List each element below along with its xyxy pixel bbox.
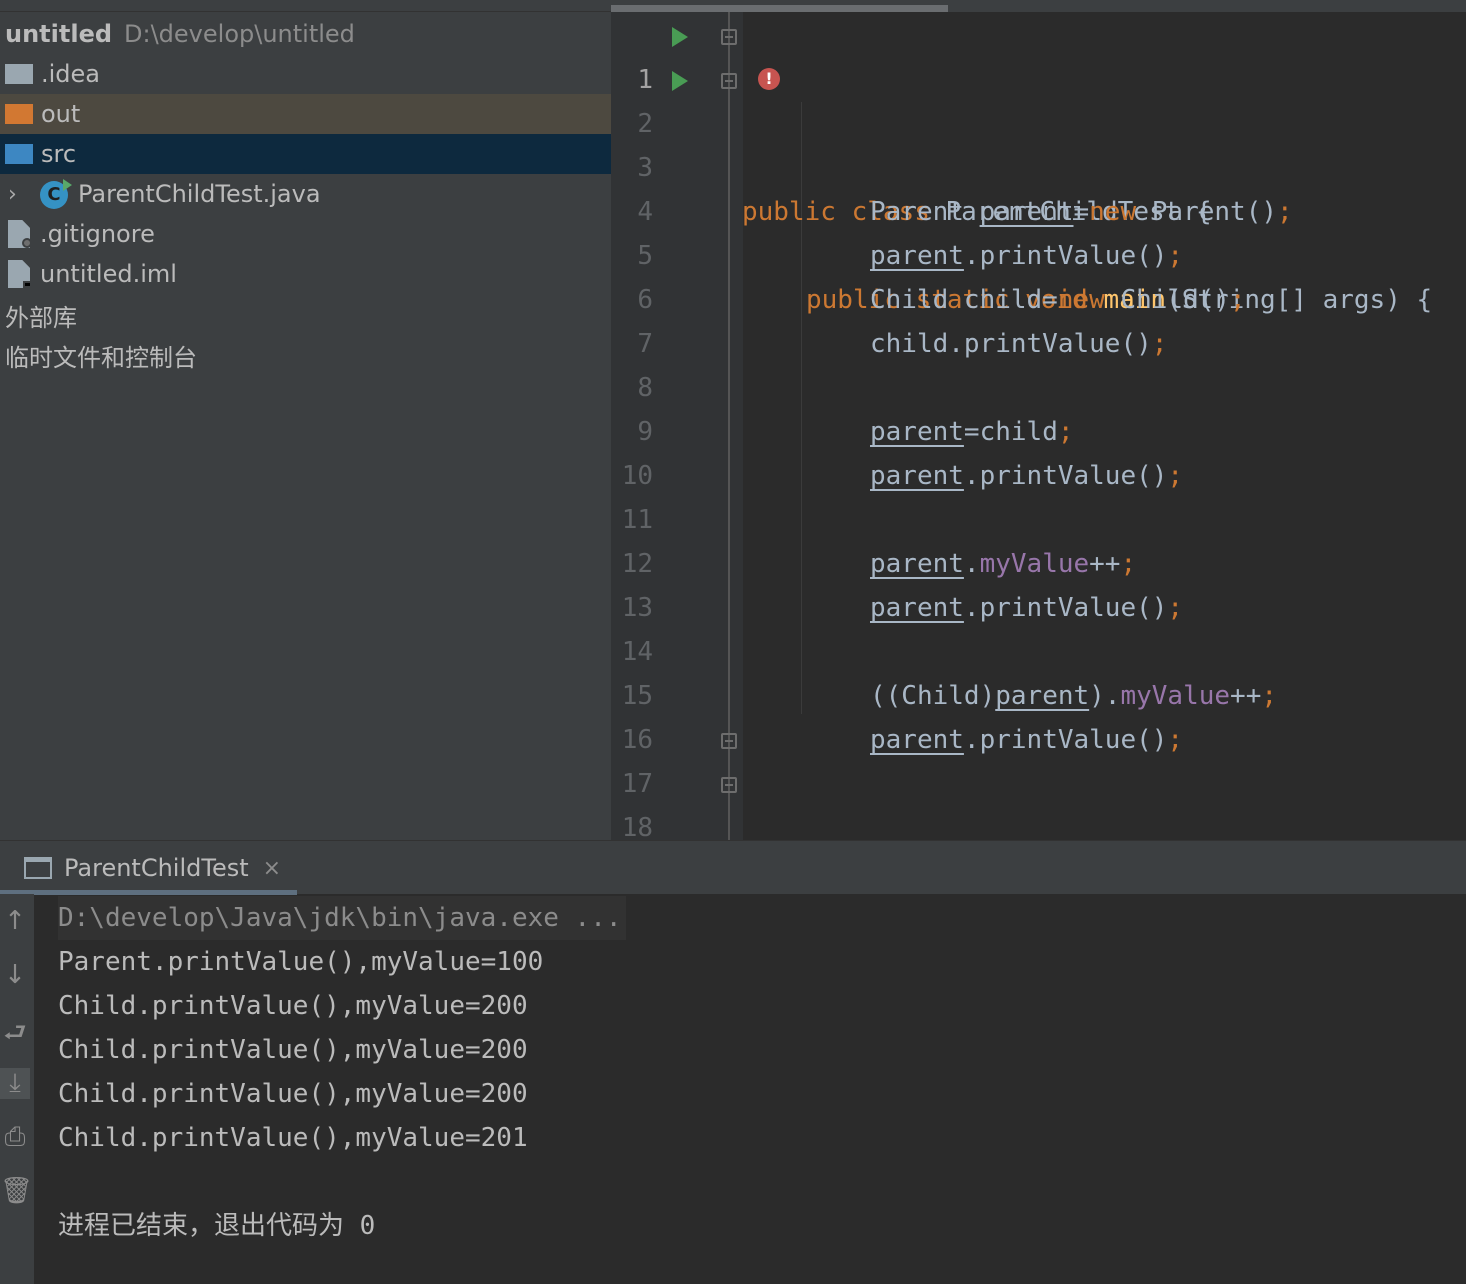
code-line[interactable]: 3 Parent parent=new Parent(); — [611, 102, 1466, 227]
run-tool-window: ParentChildTest × ↑ ↓ ⮐ ⤓ ⎙ 🗑 D:\develop… — [0, 840, 1466, 1284]
folder-icon — [5, 104, 33, 124]
active-tab-indicator — [0, 890, 297, 895]
ignore-file-icon — [8, 220, 30, 248]
active-editor-tab[interactable] — [611, 5, 948, 12]
code-line[interactable]: 6 child.printValue(); — [611, 234, 1466, 359]
code-line[interactable]: 10 — [611, 410, 1466, 491]
fold-icon[interactable] — [721, 777, 737, 793]
run-toolbar: ↑ ↓ ⮐ ⤓ ⎙ 🗑 — [0, 894, 34, 1284]
code-line[interactable]: 18 } — [611, 762, 1466, 840]
code-line[interactable]: 8 parent=child; — [611, 322, 1466, 447]
tree-item-label: 临时文件和控制台 — [5, 343, 197, 372]
arrow-up-icon[interactable]: ↑ — [0, 906, 30, 936]
tree-item-label: out — [41, 100, 81, 128]
root-name: untitled — [5, 20, 113, 48]
chevron-right-icon[interactable]: › — [8, 182, 22, 207]
run-header: ParentChildTest × — [0, 840, 1466, 895]
code-line[interactable]: 15 parent.printValue(); — [611, 630, 1466, 755]
code-line[interactable]: 17 } — [611, 718, 1466, 799]
console-output-line: Child.printValue(),myValue=200 — [58, 991, 528, 1021]
java-class-icon: C — [40, 179, 72, 209]
console-output-line: Child.printValue(),myValue=201 — [58, 1123, 528, 1153]
code-line[interactable]: 13 — [611, 542, 1466, 623]
code-line[interactable]: 11 parent.myValue++; — [611, 454, 1466, 579]
tree-item-external-libraries[interactable]: 外部库 — [0, 295, 611, 335]
scroll-to-end-icon[interactable]: ⤓ — [0, 1068, 30, 1099]
tree-item-label: 外部库 — [5, 303, 77, 332]
console-output-line: Child.printValue(),myValue=200 — [58, 1079, 528, 1109]
code-line[interactable]: 2 ! public static void main(String[] arg… — [611, 58, 1466, 315]
run-arrow-icon[interactable] — [672, 27, 688, 47]
process-exit-line: 进程已结束，退出代码为 0 — [58, 1211, 376, 1241]
tree-item-label: .idea — [41, 60, 101, 88]
print-icon[interactable]: ⎙ — [0, 1122, 30, 1153]
code-line[interactable]: 4 parent.printValue(); — [611, 146, 1466, 271]
fold-icon[interactable] — [721, 73, 737, 89]
console-output-line: Parent.printValue(),myValue=100 — [58, 947, 544, 977]
project-tool-window: untitled D:\develop\untitled .idea out s… — [0, 0, 611, 840]
tree-item-src[interactable]: src — [0, 134, 611, 174]
console-command-line[interactable]: D:\develop\Java\jdk\bin\java.exe ... — [58, 896, 626, 940]
code-line[interactable]: 12 parent.printValue(); — [611, 498, 1466, 623]
module-file-icon — [8, 260, 30, 288]
tree-item-label: ParentChildTest.java — [78, 180, 321, 208]
tree-item-label: .gitignore — [40, 220, 155, 248]
tree-root-untitled[interactable]: untitled D:\develop\untitled — [0, 14, 611, 54]
project-header-strip — [0, 0, 611, 12]
tree-item-idea[interactable]: .idea — [0, 54, 611, 94]
fold-icon[interactable] — [721, 733, 737, 749]
error-icon[interactable]: ! — [758, 68, 780, 90]
tree-item-label: untitled.iml — [40, 260, 177, 288]
tree-item-label: src — [41, 140, 77, 168]
code-line[interactable]: 1 public class ParentChildTest { — [611, 14, 1466, 227]
tree-item-parentchildtest-java[interactable]: › C ParentChildTest.java — [0, 174, 611, 214]
close-icon[interactable]: × — [263, 856, 281, 881]
code-line[interactable]: 5 Child child=new Child(); — [611, 190, 1466, 315]
editor-tab-strip — [611, 0, 1466, 12]
tree-item-untitled-iml[interactable]: untitled.iml — [0, 254, 611, 294]
root-path: D:\develop\untitled — [124, 20, 355, 48]
tree-item-scratches[interactable]: 临时文件和控制台 — [0, 335, 611, 375]
console-icon — [24, 857, 52, 879]
code-editor[interactable]: 1 public class ParentChildTest { 2 ! pub… — [611, 0, 1466, 840]
run-tab-label: ParentChildTest — [64, 854, 249, 882]
code-line[interactable]: 16 — [611, 674, 1466, 755]
run-tab[interactable]: ParentChildTest × — [0, 841, 297, 895]
tree-item-gitignore[interactable]: .gitignore — [0, 214, 611, 254]
folder-icon — [5, 64, 33, 84]
trash-icon[interactable]: 🗑 — [0, 1176, 33, 1206]
code-line[interactable]: 9 parent.printValue(); — [611, 366, 1466, 491]
soft-wrap-icon[interactable]: ⮐ — [0, 1014, 30, 1058]
run-arrow-icon[interactable] — [672, 71, 688, 91]
code-line[interactable]: 14 ((Child)parent).myValue++; — [611, 586, 1466, 711]
console-output-line: Child.printValue(),myValue=200 — [58, 1035, 528, 1065]
fold-icon[interactable] — [721, 29, 737, 45]
folder-icon — [5, 144, 33, 164]
tree-item-out[interactable]: out — [0, 94, 611, 134]
code-line[interactable]: 19 — [611, 806, 1466, 840]
code-line[interactable]: 7 — [611, 278, 1466, 359]
arrow-down-icon[interactable]: ↓ — [0, 960, 30, 990]
